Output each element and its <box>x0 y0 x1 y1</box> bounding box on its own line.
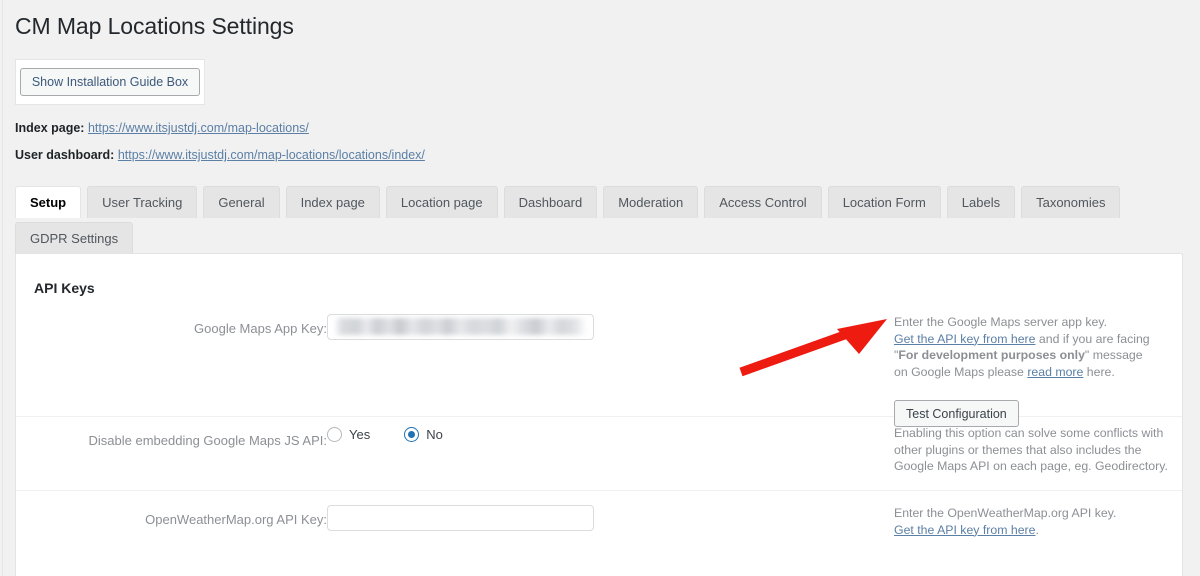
owm-get-api-key-link[interactable]: Get the API key from here <box>894 523 1035 537</box>
desc-text-3: message <box>1089 348 1143 363</box>
openweathermap-key-label: OpenWeatherMap.org API Key: <box>145 512 327 527</box>
tab-setup[interactable]: Setup <box>15 186 82 218</box>
radio-disable-embedding-no[interactable]: No <box>404 427 443 442</box>
index-page-line: Index page: https://www.itsjustdj.com/ma… <box>15 121 309 135</box>
installation-guide-box: Show Installation Guide Box <box>15 59 205 105</box>
settings-tabs: Setup User Tracking General Index page L… <box>15 186 1187 258</box>
desc-bold-phrase: For development purposes only <box>898 348 1085 363</box>
owm-desc-text-1: Enter the OpenWeatherMap.org API key. <box>894 506 1117 520</box>
panel-heading: API Keys <box>34 280 95 296</box>
user-dashboard-label: User dashboard: <box>15 148 115 162</box>
tab-index-page[interactable]: Index page <box>285 186 380 218</box>
radio-checked-icon <box>404 427 420 442</box>
openweathermap-key-input[interactable] <box>327 505 594 531</box>
user-dashboard-line: User dashboard: https://www.itsjustdj.co… <box>15 148 425 162</box>
tab-location-page[interactable]: Location page <box>385 186 498 218</box>
user-dashboard-link[interactable]: https://www.itsjustdj.com/map-locations/… <box>118 148 425 162</box>
settings-page: CM Map Locations Settings Show Installat… <box>0 0 1200 576</box>
tab-taxonomies[interactable]: Taxonomies <box>1021 186 1121 218</box>
page-left-edge <box>0 0 3 576</box>
tab-moderation[interactable]: Moderation <box>603 186 699 218</box>
index-page-link[interactable]: https://www.itsjustdj.com/map-locations/ <box>88 121 309 135</box>
disable-embedding-label: Disable embedding Google Maps JS API: <box>88 433 327 448</box>
tab-gdpr-settings[interactable]: GDPR Settings <box>15 222 134 254</box>
disable-embedding-description: Enabling this option can solve some conf… <box>894 426 1168 474</box>
disable-embedding-radio-group: Yes No <box>327 427 443 442</box>
tab-location-form[interactable]: Location Form <box>827 186 941 218</box>
google-maps-app-key-field-wrap <box>327 314 594 340</box>
tab-general[interactable]: General <box>203 186 280 218</box>
row-openweathermap-key: OpenWeatherMap.org API Key: Enter the Op… <box>16 491 1182 576</box>
api-keys-panel: API Keys Google Maps App Key: Enter the … <box>15 253 1183 576</box>
tab-access-control[interactable]: Access Control <box>704 186 822 218</box>
tab-user-tracking[interactable]: User Tracking <box>87 186 198 218</box>
radio-disable-embedding-yes[interactable]: Yes <box>327 427 370 442</box>
desc-text-4: on Google Maps please <box>894 364 1028 379</box>
google-maps-app-key-label: Google Maps App Key: <box>194 321 327 336</box>
desc-text-5: here. <box>1083 364 1115 379</box>
radio-yes-label: Yes <box>349 427 371 442</box>
show-installation-guide-button[interactable]: Show Installation Guide Box <box>19 68 201 96</box>
google-maps-app-key-description: Enter the Google Maps server app key. Ge… <box>894 314 1179 380</box>
google-maps-app-key-control <box>327 314 594 340</box>
row-disable-embedding: Disable embedding Google Maps JS API: Ye… <box>16 417 1182 491</box>
page-title: CM Map Locations Settings <box>15 13 294 39</box>
openweathermap-key-description: Enter the OpenWeatherMap.org API key. Ge… <box>894 505 1179 538</box>
tab-labels[interactable]: Labels <box>946 186 1016 218</box>
google-maps-app-key-input[interactable] <box>327 314 594 340</box>
row-google-maps-app-key: Google Maps App Key: Enter the Google Ma… <box>16 306 1182 427</box>
openweathermap-key-control <box>327 505 594 531</box>
owm-desc-text-2: . <box>1035 522 1039 537</box>
desc-text-1: Enter the Google Maps server app key. <box>894 315 1108 329</box>
disable-embedding-control: Yes No <box>327 427 443 442</box>
radio-unchecked-icon <box>327 427 342 442</box>
index-page-label: Index page: <box>15 121 85 135</box>
desc-text-2: and if you are facing <box>1035 331 1150 346</box>
get-api-key-link[interactable]: Get the API key from here <box>894 332 1035 346</box>
radio-no-label: No <box>426 427 443 442</box>
tab-dashboard[interactable]: Dashboard <box>503 186 598 218</box>
read-more-link[interactable]: read more <box>1027 365 1083 379</box>
